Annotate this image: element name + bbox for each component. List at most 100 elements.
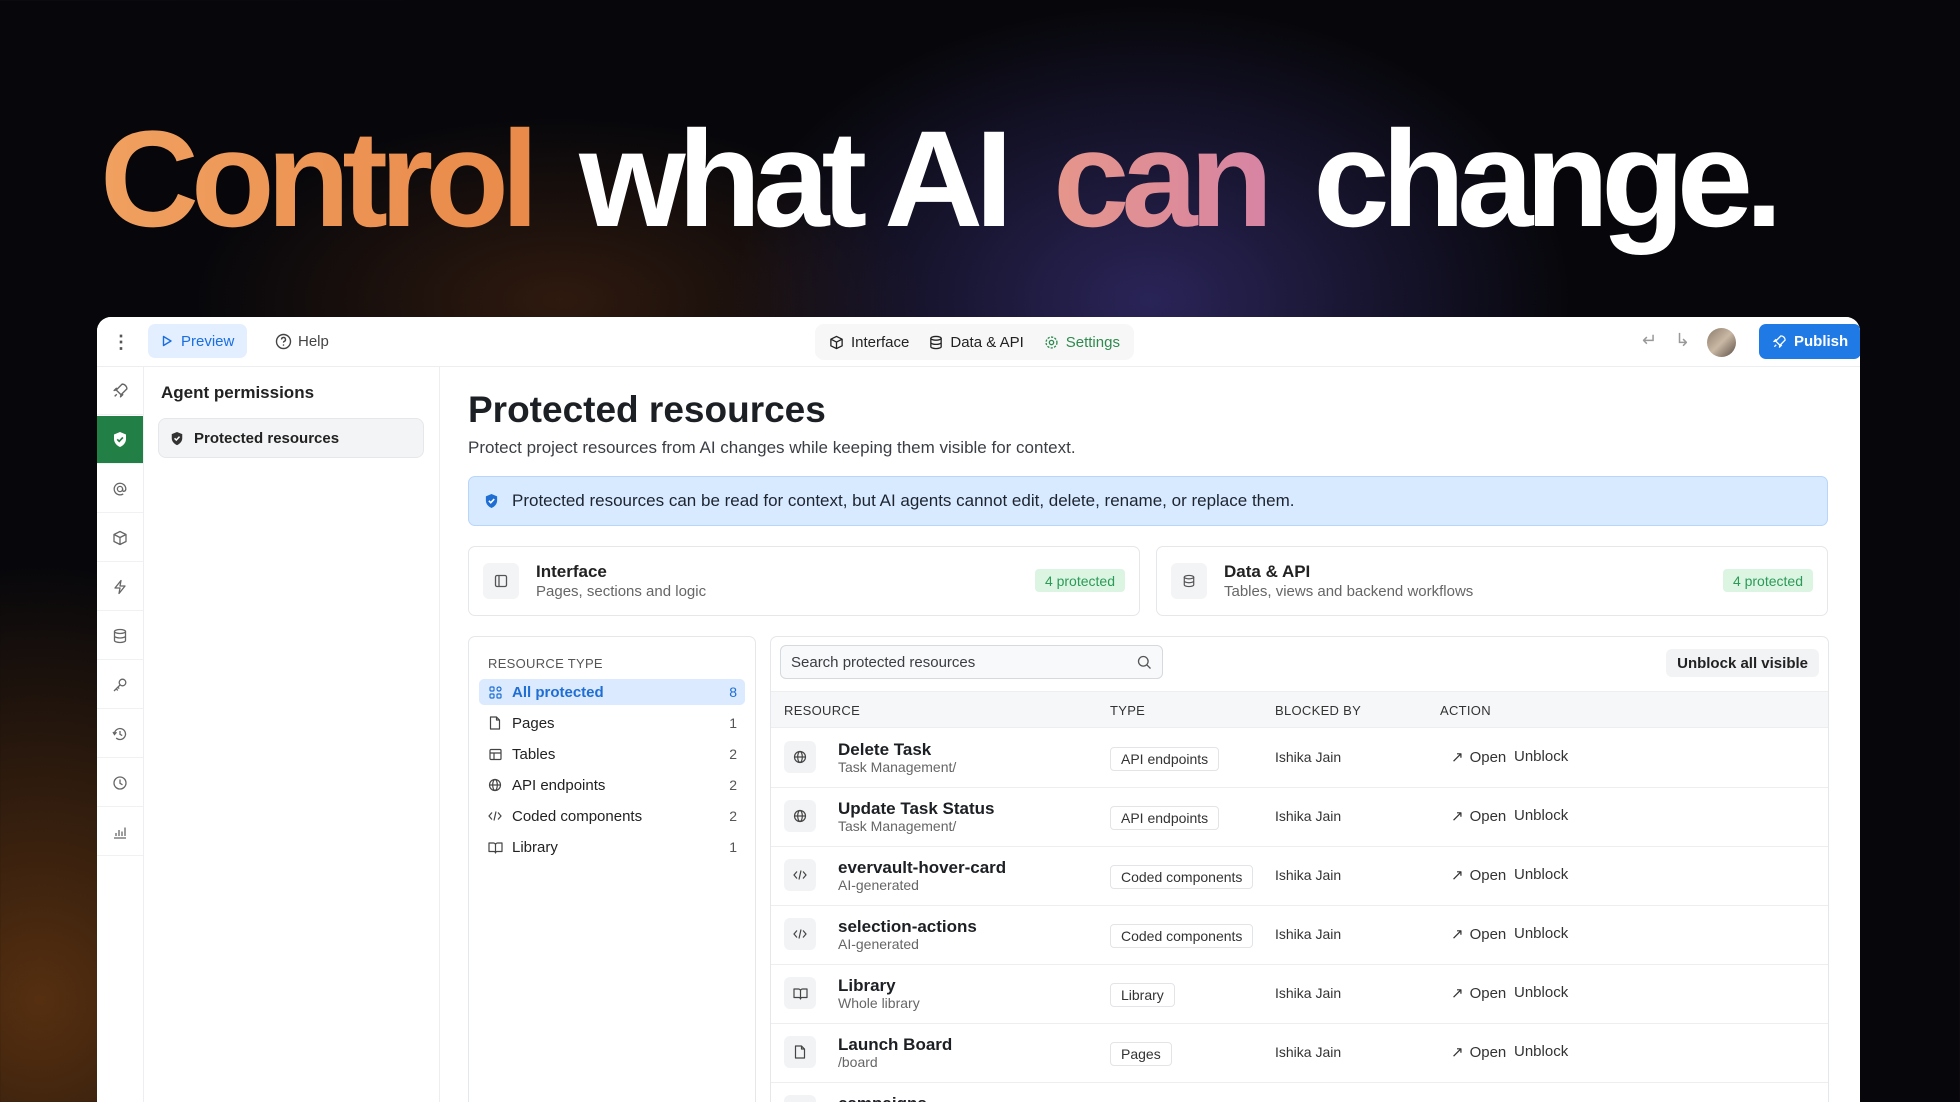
card-icon-data-api [1171, 563, 1207, 599]
page-icon [784, 1036, 816, 1068]
filter-item-coded-components[interactable]: Coded components 2 [479, 803, 745, 829]
unblock-all-visible-button[interactable]: Unblock all visible [1666, 649, 1819, 677]
rail-analytics[interactable] [97, 808, 143, 856]
filter-item-pages[interactable]: Pages 1 [479, 710, 745, 736]
table-row[interactable]: evervault-hover-card AI-generated Coded … [771, 847, 1828, 906]
rail-keys[interactable] [97, 661, 143, 709]
info-banner: Protected resources can be read for cont… [468, 476, 1828, 526]
summary-card-data-api[interactable]: Data & API Tables, views and backend wor… [1156, 546, 1828, 616]
tab-interface[interactable]: Interface [821, 334, 917, 351]
avatar[interactable] [1707, 328, 1736, 357]
table-row[interactable]: Update Task Status Task Management/ API … [771, 788, 1828, 847]
filter-label: API endpoints [512, 776, 606, 794]
filter-item-tables[interactable]: Tables 2 [479, 741, 745, 767]
unblock-button[interactable]: Unblock [1514, 807, 1568, 824]
rail-schedule[interactable] [97, 759, 143, 807]
grid-icon [487, 684, 503, 700]
rail-launch[interactable] [97, 367, 143, 415]
filter-count: 2 [729, 808, 737, 824]
code-icon [784, 859, 816, 891]
blocked-by: Ishika Jain [1275, 985, 1342, 1001]
rail-mentions[interactable] [97, 465, 143, 513]
redo-icon[interactable]: ↳ [1675, 330, 1690, 351]
help-button[interactable]: Help [267, 324, 337, 358]
open-label: Open [1469, 925, 1507, 943]
more-menu-icon[interactable]: ⋮ [109, 330, 133, 354]
resource-type-tag: API endpoints [1110, 806, 1220, 830]
help-icon [275, 333, 292, 349]
resource-name: evervault-hover-card [838, 858, 1007, 877]
filter-count: 8 [729, 684, 737, 700]
resource-name: Update Task Status [838, 799, 995, 818]
headline: Control what AI can change. [100, 98, 1783, 262]
open-link[interactable]: ↗ Open [1451, 1043, 1506, 1062]
main-content: Protected resources Protect project reso… [440, 367, 1860, 1102]
open-link[interactable]: ↗ Open [1451, 984, 1507, 1003]
filter-item-all-protected[interactable]: All protected 8 [479, 679, 745, 705]
table-row[interactable]: Delete Task Task Management/ API endpoin… [771, 729, 1828, 788]
resource-type-tag: Pages [1110, 1042, 1172, 1066]
layout-icon [494, 574, 508, 588]
blocked-by: Ishika Jain [1275, 749, 1342, 765]
undo-icon[interactable]: ↵ [1642, 330, 1657, 351]
unblock-button[interactable]: Unblock [1514, 1043, 1568, 1060]
tab-data-api[interactable]: Data & API [921, 334, 1031, 351]
help-label: Help [298, 332, 329, 350]
resource-path: AI-generated [838, 877, 919, 893]
resource-path: /board [838, 1054, 878, 1070]
rail-database[interactable] [97, 612, 143, 660]
page-icon [487, 715, 503, 731]
filter-item-api-endpoints[interactable]: API endpoints 2 [479, 772, 745, 798]
code-icon [784, 918, 816, 950]
database-icon [930, 335, 943, 349]
rail-components[interactable] [97, 514, 143, 562]
search-icon[interactable] [1137, 655, 1152, 670]
open-link[interactable]: ↗ Open [1451, 866, 1506, 885]
preview-label: Preview [181, 332, 235, 350]
tab-settings[interactable]: Settings [1036, 334, 1128, 351]
open-label: Open [1469, 984, 1507, 1002]
filter-item-library[interactable]: Library 1 [479, 834, 745, 860]
rocket-icon [112, 383, 128, 398]
filter-count: 2 [729, 746, 737, 762]
arrow-up-right-icon: ↗ [1451, 985, 1464, 1002]
blocked-by: Ishika Jain [1275, 867, 1342, 883]
open-link[interactable]: ↗ Open [1451, 807, 1506, 826]
filter-heading: RESOURCE TYPE [488, 656, 603, 671]
key-icon [113, 678, 127, 691]
summary-card-interface[interactable]: Interface Pages, sections and logic 4 pr… [468, 546, 1140, 616]
arrow-up-right-icon: ↗ [1451, 867, 1464, 884]
table-row[interactable]: Library Whole library Library Ishika Jai… [771, 965, 1828, 1024]
preview-button[interactable]: Preview [148, 324, 248, 358]
table-icon [784, 1095, 816, 1102]
search-input[interactable] [791, 653, 1137, 671]
cube-icon [830, 335, 843, 349]
unblock-button[interactable]: Unblock [1514, 748, 1568, 765]
unblock-button[interactable]: Unblock [1514, 984, 1568, 1001]
table-row[interactable]: selection-actions AI-generated Coded com… [771, 906, 1828, 965]
gear-icon [1045, 335, 1058, 349]
subnav-item-protected-resources[interactable]: Protected resources [158, 418, 424, 458]
table-row[interactable]: Launch Board /board Pages Ishika Jain ↗ O… [771, 1024, 1828, 1083]
table-row[interactable]: campaigns [771, 1083, 1828, 1102]
arrow-up-right-icon: ↗ [1451, 1044, 1464, 1061]
table-icon [487, 746, 503, 762]
globe-icon [487, 777, 503, 793]
rail-history[interactable] [97, 710, 143, 758]
history-icon [112, 727, 127, 740]
subnav-item-label: Protected resources [194, 429, 340, 447]
rail-permissions[interactable] [97, 416, 143, 464]
search-box [780, 645, 1163, 679]
col-header-blocked-by: BLOCKED BY [1275, 703, 1362, 718]
open-link[interactable]: ↗ Open [1451, 925, 1507, 944]
icon-rail [97, 367, 144, 1102]
rail-workflows[interactable] [97, 563, 143, 611]
filter-label: All protected [512, 683, 604, 701]
shield-icon [485, 493, 498, 509]
publish-button[interactable]: Publish [1759, 324, 1860, 359]
open-link[interactable]: ↗ Open [1451, 748, 1506, 767]
unblock-button[interactable]: Unblock [1514, 925, 1568, 942]
resource-type-tag: Coded components [1110, 924, 1254, 948]
resource-type-tag: API endpoints [1110, 747, 1220, 771]
unblock-button[interactable]: Unblock [1514, 866, 1568, 883]
